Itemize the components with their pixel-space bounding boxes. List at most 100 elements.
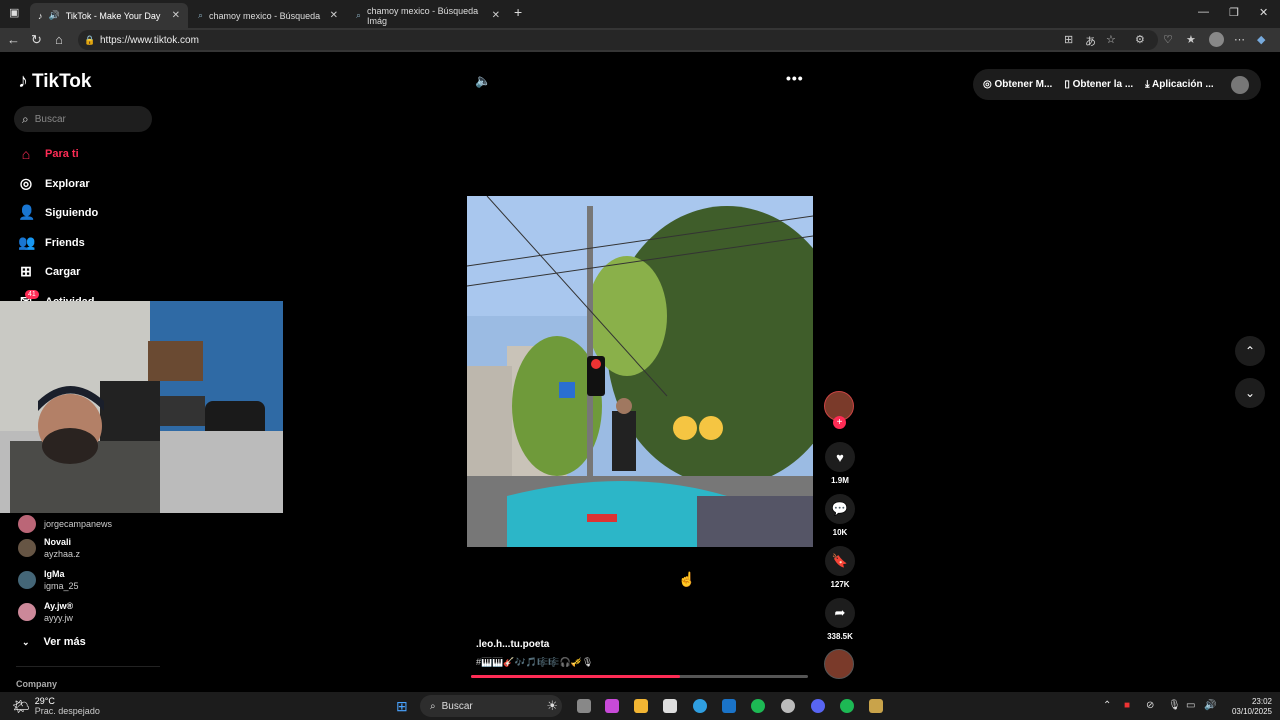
task-view-icon[interactable] (577, 699, 591, 713)
nav-upload[interactable]: ⊞ Cargar (18, 263, 80, 280)
tab-search[interactable]: ⌕ chamoy mexico - Búsqueda ✕ (190, 3, 346, 28)
back-icon[interactable]: ← (7, 32, 20, 47)
close-icon[interactable]: ✕ (172, 10, 180, 21)
hand-cursor-icon: ☝ (678, 571, 696, 587)
share-action[interactable]: ➦ 338.5K (824, 598, 856, 641)
system-clock[interactable]: 23:02 03/10/2025 (1232, 697, 1272, 717)
taskbar-search-label: Buscar (441, 700, 473, 712)
copilot-app-icon[interactable] (605, 699, 619, 713)
site-info-icon[interactable]: 🔒 (84, 35, 95, 46)
compass-icon: ◎ (19, 175, 33, 191)
get-coins-button[interactable]: ◎ Obtener M... (983, 79, 1052, 90)
window-close-icon[interactable]: ✕ (1259, 6, 1268, 19)
more-options-icon[interactable]: ••• (786, 70, 804, 86)
next-video-button[interactable]: ⌄ (1235, 378, 1265, 408)
file-explorer-icon[interactable] (634, 699, 648, 713)
performance-icon[interactable]: ♡ (1163, 33, 1173, 46)
weather-icon: 🌤 (12, 697, 30, 714)
video-player[interactable] (467, 196, 813, 547)
close-icon[interactable]: ✕ (492, 10, 500, 21)
nav-friends[interactable]: 👥 Friends (18, 234, 85, 251)
reload-icon[interactable]: ↻ (31, 32, 42, 48)
nav-explore[interactable]: ◎ Explorar (18, 175, 90, 192)
favorites-list-icon[interactable]: ★ (1186, 33, 1196, 46)
follow-plus-icon[interactable]: + (833, 416, 846, 429)
nav-label: Para ti (45, 148, 79, 160)
discord-icon[interactable] (811, 699, 825, 713)
record-icon[interactable]: ■ (1124, 700, 1130, 711)
apps-icon[interactable]: ⊞ (1064, 33, 1073, 46)
maximize-icon[interactable]: ❐ (1229, 6, 1239, 19)
nav-for-you[interactable]: ⌂ Para ti (18, 146, 79, 162)
volume-icon[interactable]: 🔊 (1204, 700, 1216, 711)
network-off-icon[interactable]: ⊘ (1146, 700, 1154, 711)
following-account[interactable]: IgMa igma_25 (18, 568, 79, 592)
spotify-icon[interactable] (840, 699, 854, 713)
edge-icon[interactable] (693, 699, 707, 713)
profile-avatar[interactable] (1231, 76, 1249, 94)
tab-tiktok[interactable]: ♪ 🔊 TikTok - Make Your Day ✕ (30, 3, 188, 28)
minimize-icon[interactable]: — (1198, 6, 1209, 18)
taskbar-search[interactable]: ⌕ Buscar ☀ (420, 695, 562, 717)
previous-video-button[interactable]: ⌃ (1235, 336, 1265, 366)
address-bar: ← ↻ ⌂ 🔒 https://www.tiktok.com ⊞ あ ☆ ⚙ ♡… (0, 28, 1280, 52)
favorite-icon[interactable]: ☆ (1106, 33, 1116, 46)
display-icon[interactable]: ▭ (1186, 700, 1195, 711)
save-action[interactable]: 🔖 127K (824, 546, 856, 589)
steam-icon[interactable] (781, 699, 795, 713)
translate-icon[interactable]: あ (1085, 33, 1096, 49)
footer-company[interactable]: Company (16, 679, 57, 689)
copilot-icon[interactable]: ◆ (1257, 33, 1265, 46)
like-count: 1.9M (831, 476, 849, 485)
close-icon[interactable]: ✕ (330, 10, 338, 21)
get-app-button[interactable]: ▯ Obtener la ... (1064, 79, 1133, 90)
search-favicon-icon: ⌕ (198, 10, 204, 20)
comment-icon[interactable]: 💬 (825, 494, 855, 524)
avatar (18, 603, 36, 621)
chevron-down-icon: ⌄ (22, 636, 30, 647)
like-action[interactable]: ♥ 1.9M (824, 442, 856, 485)
activity-badge: 41 (25, 290, 39, 299)
menu-icon[interactable]: ⋯ (1234, 33, 1245, 46)
music-disc[interactable] (824, 649, 854, 679)
spotify-icon[interactable] (751, 699, 765, 713)
account-user: jorgecampanews (44, 519, 113, 529)
following-account[interactable]: Novali ayzhaa.z (18, 536, 80, 560)
heart-icon[interactable]: ♥ (825, 442, 855, 472)
download-app-button[interactable]: ⤓ Aplicación ... (1145, 79, 1214, 90)
weather-widget[interactable]: 🌤 29°C Prac. despejado (12, 696, 100, 716)
video-tags[interactable]: #🎹🎹🎸🎶🎵🎼🎼🎧🎺🎙 (476, 657, 593, 668)
tab-actions-icon[interactable]: ▣ (9, 6, 19, 19)
bookmark-icon[interactable]: 🔖 (825, 546, 855, 576)
url-field[interactable]: 🔒 https://www.tiktok.com (78, 30, 1158, 50)
profile-avatar[interactable] (1209, 32, 1224, 47)
following-account[interactable]: jorgecampanews (18, 515, 112, 533)
outlook-icon[interactable] (722, 699, 736, 713)
volume-icon[interactable]: 🔈 (475, 73, 491, 89)
progress-fill (471, 675, 680, 678)
extensions-icon[interactable]: ⚙ (1135, 33, 1145, 46)
see-more-button[interactable]: ⌄ Ver más (22, 636, 86, 648)
share-icon[interactable]: ➦ (825, 598, 855, 628)
video-progress[interactable] (471, 675, 808, 678)
tab-images[interactable]: ⌕ chamoy mexico - Búsqueda Imág ✕ (348, 3, 508, 28)
nav-following[interactable]: 👤 Siguiendo (18, 204, 98, 221)
windows-start-icon[interactable]: ⊞ (396, 698, 408, 715)
store-icon[interactable] (663, 699, 677, 713)
comment-action[interactable]: 💬 10K (824, 494, 856, 537)
search-input[interactable]: ⌕ Buscar (14, 106, 152, 132)
chevron-up-icon[interactable]: ⌃ (1103, 700, 1111, 711)
tiktok-logo[interactable]: ♪ TikTok (18, 70, 91, 93)
nav-label: Siguiendo (45, 206, 99, 219)
home-icon[interactable]: ⌂ (55, 32, 63, 47)
league-icon[interactable] (869, 699, 883, 713)
browser-tab-bar: ▣ ♪ 🔊 TikTok - Make Your Day ✕ ⌕ chamoy … (0, 0, 1280, 28)
microphone-icon[interactable]: 🎙 (1168, 700, 1181, 711)
video-caption[interactable]: .leo.h...tu.poeta (476, 639, 549, 650)
following-account[interactable]: Ay.jw® ayyy.jw (18, 600, 73, 624)
webcam-overlay (0, 301, 283, 513)
search-placeholder: Buscar (34, 113, 66, 125)
temperature: 29°C (34, 696, 55, 706)
new-tab-icon[interactable]: + (514, 4, 522, 20)
see-more-label: Ver más (43, 636, 86, 648)
